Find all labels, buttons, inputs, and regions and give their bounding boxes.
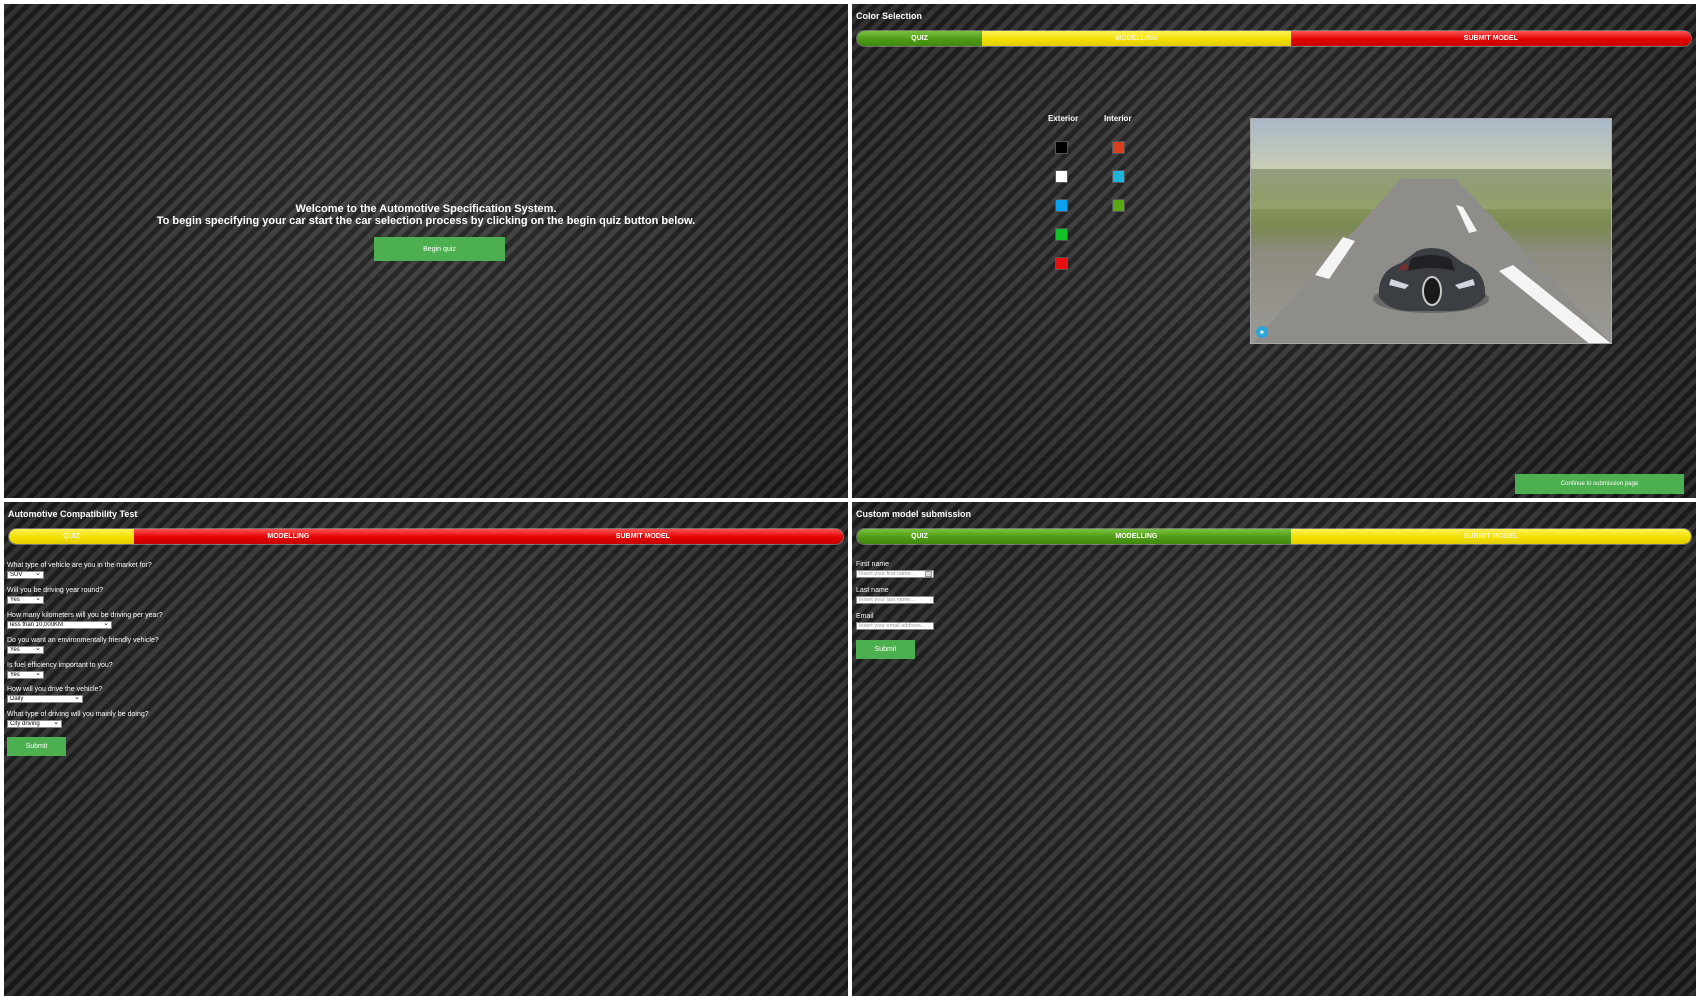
exterior-color-swatch[interactable] <box>1055 199 1068 212</box>
question-kilometers: How many kilometers will you be driving … <box>7 612 163 619</box>
screenshot-grid: Welcome to the Automotive Specification … <box>0 0 1700 1000</box>
email-label: Email <box>856 613 874 620</box>
continue-to-submission-button[interactable]: Continue to submission page <box>1515 474 1684 494</box>
quiz-panel: Automotive Compatibility Test QUIZ MODEL… <box>4 502 848 996</box>
progress-step-quiz: QUIZ <box>857 31 983 46</box>
progress-step-quiz: QUIZ <box>857 529 983 544</box>
progress-step-submit-model: SUBMIT MODEL <box>1290 31 1691 46</box>
welcome-message: Welcome to the Automotive Specification … <box>4 203 848 227</box>
kilometers-select[interactable]: less than 10,000KM <box>7 621 112 629</box>
begin-quiz-button[interactable]: Begin quiz <box>374 237 505 261</box>
environmental-select[interactable]: Yes <box>7 646 44 654</box>
email-placeholder: Insert your email address... <box>859 623 926 629</box>
autofill-icon: … <box>925 571 932 577</box>
driving-type-select[interactable]: City driving <box>7 720 62 728</box>
progress-step-submit-model: SUBMIT MODEL <box>442 529 843 544</box>
email-field[interactable]: Insert your email address... <box>856 622 934 630</box>
road-scene <box>1252 179 1611 343</box>
submission-panel: Custom model submission QUIZ MODELLING S… <box>852 502 1696 996</box>
exterior-color-swatch[interactable] <box>1055 170 1068 183</box>
question-year-round: Will you be driving year round? <box>7 587 104 594</box>
year-round-select[interactable]: Yes <box>7 596 44 604</box>
welcome-line-1: Welcome to the Automotive Specification … <box>295 203 557 215</box>
first-name-field[interactable]: Insert your first name... … <box>856 570 934 578</box>
vehicle-type-select[interactable]: SUV <box>7 571 44 579</box>
color-selection-panel: Color Selection QUIZ MODELLING SUBMIT MO… <box>852 4 1696 498</box>
last-name-label: Last name <box>856 587 889 594</box>
page-title: Custom model submission <box>856 509 972 519</box>
progress-bar: QUIZ MODELLING SUBMIT MODEL <box>856 528 1692 545</box>
progress-step-quiz: QUIZ <box>9 529 135 544</box>
progress-step-modelling: MODELLING <box>134 529 443 544</box>
interior-label: Interior <box>1104 114 1132 123</box>
fuel-efficiency-select[interactable]: Yes <box>7 671 44 679</box>
progress-step-submit-model: SUBMIT MODEL <box>1290 529 1691 544</box>
last-name-field[interactable]: Insert your last name... <box>856 596 934 604</box>
progress-step-modelling: MODELLING <box>982 529 1291 544</box>
question-driving-type: What type of driving will you mainly be … <box>7 711 149 718</box>
exterior-color-swatch[interactable] <box>1055 228 1068 241</box>
exterior-color-swatch[interactable] <box>1055 141 1068 154</box>
question-fuel-efficiency: Is fuel efficiency important to you? <box>7 662 113 669</box>
last-name-placeholder: Insert your last name... <box>859 597 915 603</box>
welcome-panel: Welcome to the Automotive Specification … <box>4 4 848 498</box>
interior-color-swatch[interactable] <box>1112 141 1125 154</box>
page-title: Color Selection <box>856 11 923 21</box>
progress-bar: QUIZ MODELLING SUBMIT MODEL <box>856 30 1692 47</box>
question-environmental: Do you want an environmentally friendly … <box>7 637 159 644</box>
question-vehicle-type: What type of vehicle are you in the mark… <box>7 562 152 569</box>
drive-frequency-select[interactable]: Daily <box>7 695 83 703</box>
page-title: Automotive Compatibility Test <box>8 509 138 519</box>
interior-color-swatch[interactable] <box>1112 170 1125 183</box>
car-3d-viewer[interactable]: ✶ <box>1250 118 1612 344</box>
exterior-color-swatch[interactable] <box>1055 257 1068 270</box>
first-name-placeholder: Insert your first name... <box>859 571 916 577</box>
quiz-submit-button[interactable]: Submit <box>7 737 66 756</box>
exterior-label: Exterior <box>1048 114 1079 123</box>
welcome-line-2: To begin specifying your car start the c… <box>156 215 696 227</box>
viewer-settings-icon[interactable]: ✶ <box>1256 326 1268 338</box>
submission-submit-button[interactable]: Submit <box>856 640 915 659</box>
first-name-label: First name <box>856 561 890 568</box>
interior-color-swatch[interactable] <box>1112 199 1125 212</box>
progress-bar: QUIZ MODELLING SUBMIT MODEL <box>8 528 844 545</box>
progress-step-modelling: MODELLING <box>982 31 1291 46</box>
question-drive-frequency: How will you drive the vehicle? <box>7 686 103 693</box>
